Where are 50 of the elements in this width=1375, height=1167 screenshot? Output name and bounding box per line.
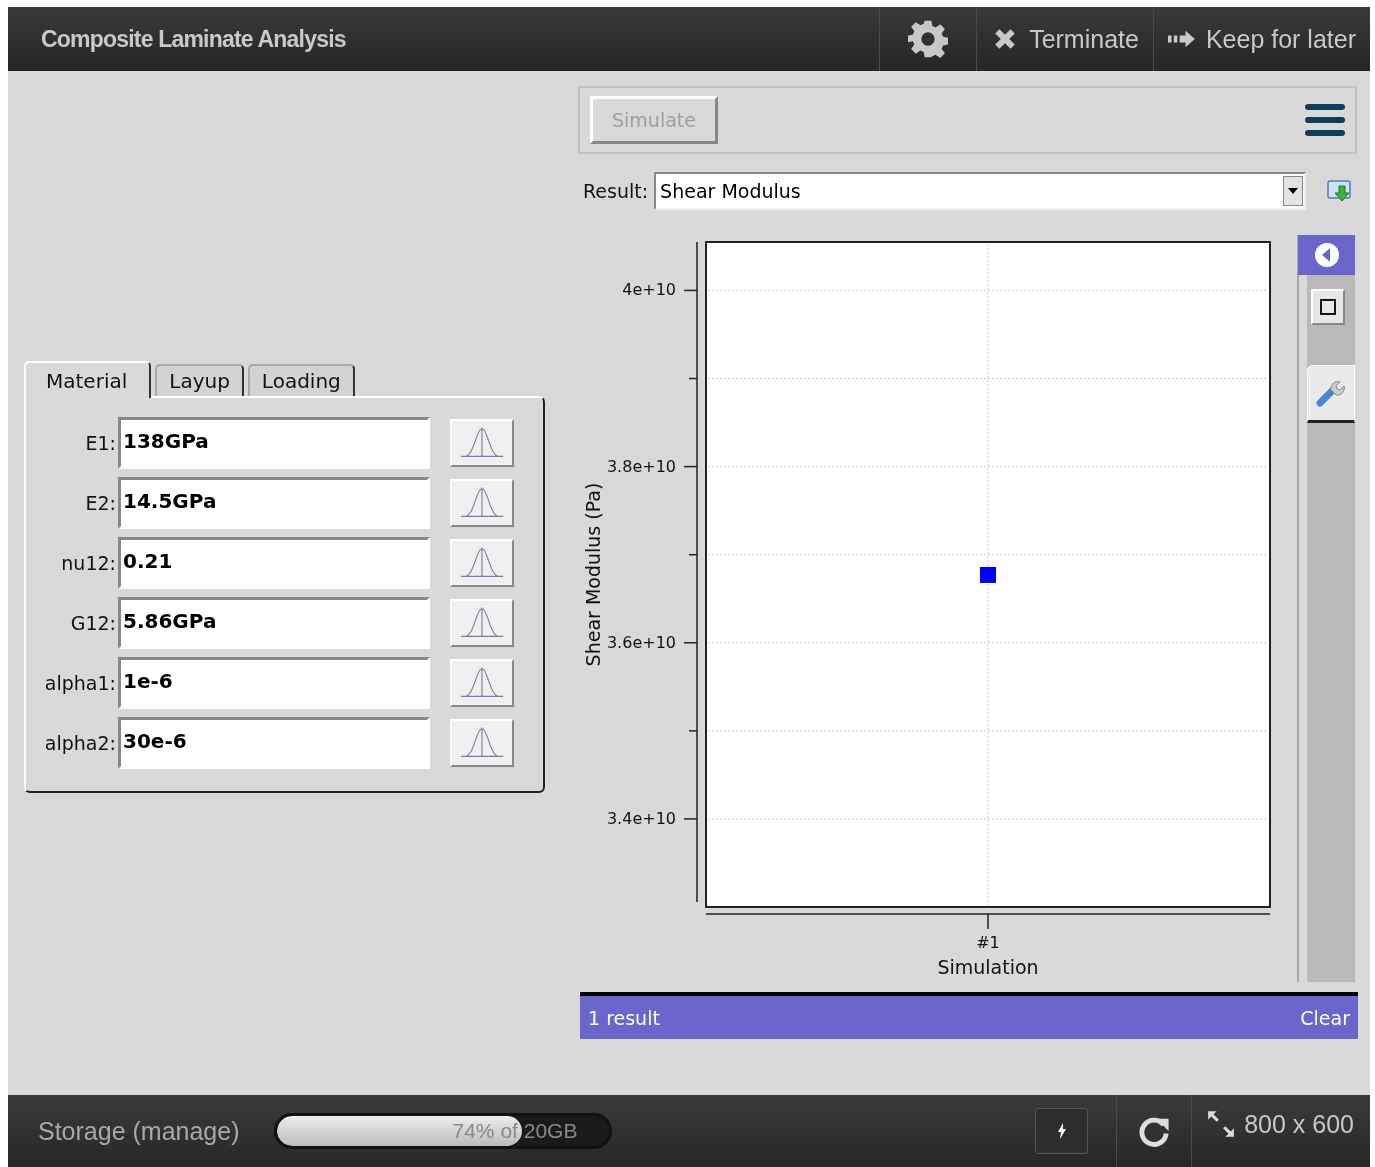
axis-title: Shear Modulus (Pa) [582,482,604,667]
input-field[interactable]: 5.86GPa [118,597,430,649]
field-label: G12: [69,612,117,634]
input-field[interactable]: 138GPa [118,417,430,469]
distribution-button[interactable] [450,599,514,647]
result-dropdown[interactable]: Shear Modulus [654,172,1307,210]
storage-link[interactable]: Storage (manage) [38,1116,240,1146]
distribution-button[interactable] [450,659,514,707]
window-size: 800 x 600 [1244,1109,1354,1139]
settings-icon [908,19,949,59]
tick-label: 4e+10 [622,280,676,300]
arrow-right-icon [1167,29,1196,49]
keep-for-later-button[interactable]: Keep for later [1152,7,1370,71]
square-icon [1319,298,1337,316]
tick-label: 3.8e+10 [606,456,676,476]
app-title: Composite Laminate Analysis [40,25,346,53]
field-label: nu12: [60,552,117,574]
distribution-button[interactable] [450,539,514,587]
tab[interactable]: Loading [247,364,355,396]
menu-icon[interactable] [1305,102,1345,138]
terminate-button[interactable]: Terminate [976,7,1153,71]
field-label: E2: [84,492,117,514]
tick-label: 3.6e+10 [606,632,676,652]
input-field[interactable]: 30e-6 [118,717,430,769]
result-count: 1 result [588,1006,660,1029]
lightning-icon [1056,1123,1067,1139]
square-button[interactable] [1311,289,1345,325]
axis-title: Simulation [937,956,1039,978]
input-field[interactable]: 0.21 [118,537,430,589]
wrench-icon [1316,378,1346,408]
input-field[interactable]: 1e-6 [118,657,430,709]
caret-icon [1288,188,1299,194]
input-field[interactable]: 14.5GPa [118,477,430,529]
collapse-button[interactable] [1298,235,1355,275]
settings-tab[interactable] [1307,365,1355,423]
flash-button[interactable] [1035,1108,1089,1154]
clear-link[interactable]: Clear [1300,1006,1350,1029]
field-label: alpha2: [43,732,117,754]
field-label: E1: [84,432,117,454]
storage-usage: 74% of 20GB [452,1119,578,1143]
tab[interactable]: Material [24,361,152,398]
tab[interactable]: Layup [155,364,244,396]
distribution-button[interactable] [450,479,514,527]
tick-label: 3.4e+10 [606,808,676,828]
field-label: alpha1: [43,672,117,694]
distribution-button[interactable] [450,719,514,767]
distribution-button[interactable] [450,419,514,467]
tick-label: #1 [976,933,1000,952]
result-label: Result: [583,180,649,202]
resize-icon [1206,1109,1237,1139]
